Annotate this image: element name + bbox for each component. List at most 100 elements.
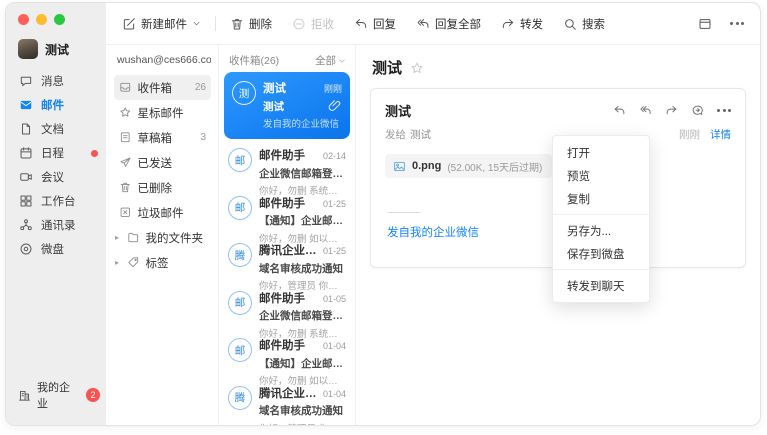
menu-item-copy[interactable]: 复制 [553,187,649,210]
toolbar-divider [215,16,216,31]
sidebar-item-messages[interactable]: 消息 [6,69,106,93]
user-account[interactable]: 测试 [6,25,106,63]
email-list-item-selected[interactable]: 测 测试刚刚 测试 发自我的企业微信 [224,72,350,139]
inbox-icon [119,81,132,94]
mail-icon [19,98,33,112]
email-list-item[interactable]: 邮 邮件助手01-04 【通知】企业邮箱正式启用通知 你好，勿删 如以上，企业已… [224,329,350,377]
avatar: 邮 [228,291,252,315]
menu-item-preview[interactable]: 预览 [553,164,649,187]
delete-button[interactable]: 删除 [230,16,272,32]
sidebar-item-wedrive[interactable]: 微盘 [6,237,106,261]
draft-icon [119,131,132,144]
folder-junk[interactable]: 垃圾邮件 [114,200,211,225]
forward-icon[interactable] [665,104,678,117]
forward-to-chat-icon[interactable] [691,104,704,117]
trash-icon [119,181,132,194]
mail-list-header: 收件箱(26) 全部 [219,45,355,72]
folder-sent[interactable]: 已发送 [114,150,211,175]
folder-tags[interactable]: ▸ 标签 [114,250,211,275]
folder-panel: wushan@ces666.com 收件箱 26 星标邮件 草稿箱 3 [106,45,219,425]
attachment-meta: (52.00K, 15天后过期) [447,159,542,174]
to-label: 发给 [385,127,406,142]
sidebar-item-meeting[interactable]: 会议 [6,165,106,189]
sidebar-item-calendar[interactable]: 日程 [6,141,106,165]
building-icon [18,389,31,402]
compose-icon [122,17,136,31]
star-toggle-icon[interactable] [410,61,424,75]
menu-divider [553,269,649,270]
contacts-icon [19,218,33,232]
close-window-button[interactable] [18,14,29,25]
signature-link[interactable]: 发自我的企业微信 [387,227,479,239]
compose-button[interactable]: 新建邮件 [122,16,201,32]
avatar: 腾 [228,243,252,267]
search-button[interactable]: 搜索 [563,16,605,32]
folder-starred[interactable]: 星标邮件 [114,100,211,125]
folder-inbox[interactable]: 收件箱 26 [114,75,211,100]
chat-icon [19,74,33,88]
star-icon [119,106,132,119]
mail-toolbar: 新建邮件 删除 拒收 回复 回复全部 [106,3,760,45]
reply-all-button[interactable]: 回复全部 [416,16,481,32]
folder-deleted[interactable]: 已删除 [114,175,211,200]
account-email[interactable]: wushan@ces666.com [114,53,211,75]
sidebar-item-mail[interactable]: 邮件 [6,93,106,117]
menu-item-open[interactable]: 打开 [553,141,649,164]
forward-icon [501,17,515,31]
unread-count: 26 [195,82,206,93]
my-company-button[interactable]: 我的企业 2 [6,379,106,425]
layout-toggle-icon[interactable] [698,17,712,31]
avatar: 腾 [228,386,252,410]
email-list-item[interactable]: 邮 邮件助手01-05 企业微信邮箱登录提醒 你好，勿删 系统监测到你的邮箱账 [224,282,350,330]
document-icon [19,122,33,136]
sidebar-item-contacts[interactable]: 通讯录 [6,213,106,237]
reject-button[interactable]: 拒收 [292,16,334,32]
avatar: 邮 [228,196,252,220]
app-sidebar: 测试 消息 邮件 文档 日程 [6,3,106,425]
tag-icon [127,256,140,269]
zoom-window-button[interactable] [54,14,65,25]
more-actions-icon[interactable] [717,109,731,112]
sidebar-item-workbench[interactable]: 工作台 [6,189,106,213]
calendar-icon [19,146,33,160]
screen: 测试 消息 邮件 文档 日程 [0,0,767,435]
menu-item-forward-to-chat[interactable]: 转发到聊天 [553,274,649,297]
avatar: 邮 [228,338,252,362]
email-list-item[interactable]: 邮 邮件助手01-25 【通知】企业邮箱正式启用通知 你好，勿删 如以上，企业已… [224,187,350,235]
filter-dropdown[interactable]: 全部 [315,53,346,68]
email-list-item[interactable]: 腾 腾讯企业邮箱01-25 域名审核成功通知 你好，管理员 你的企业邮箱域名 c [224,234,350,282]
sidebar-nav: 消息 邮件 文档 日程 会议 [6,69,106,261]
reply-all-icon[interactable] [639,104,652,117]
sidebar-item-docs[interactable]: 文档 [6,117,106,141]
draft-count: 3 [200,132,206,143]
more-options-icon[interactable] [730,22,744,25]
attachment-chip[interactable]: 0.png (52.00K, 15天后过期) [385,154,552,178]
recipient: 测试 [410,127,431,142]
company-badge: 2 [86,388,100,402]
meeting-icon [19,170,33,184]
menu-item-save-to-drive[interactable]: 保存到微盘 [553,242,649,265]
user-name: 测试 [45,41,69,58]
trash-icon [230,17,244,31]
chevron-down-icon [338,57,346,65]
reply-all-icon [416,17,430,31]
detail-link[interactable]: 详情 [710,127,731,142]
expand-caret-icon[interactable]: ▸ [115,233,121,242]
forward-button[interactable]: 转发 [501,16,543,32]
folder-icon [127,231,140,244]
folder-my-folders[interactable]: ▸ 我的文件夹 [114,225,211,250]
mail-app-window: 测试 消息 邮件 文档 日程 [5,2,761,426]
email-list-item[interactable]: 腾 腾讯企业邮箱01-04 域名审核成功通知 你好，管理员 你的企业邮箱域名 c [224,377,350,425]
reply-button[interactable]: 回复 [354,16,396,32]
minimize-window-button[interactable] [36,14,47,25]
email-list-item[interactable]: 邮 邮件助手02-14 企业微信邮箱登录提醒 你好，勿删 系统监测到你的邮箱账 [224,139,350,187]
menu-item-save-as[interactable]: 另存为... [553,219,649,242]
detail-title: 测试 [372,57,402,78]
signature-divider [387,212,421,213]
menu-divider [553,214,649,215]
expand-caret-icon[interactable]: ▸ [115,258,121,267]
reply-icon[interactable] [613,104,626,117]
chevron-down-icon [192,19,201,28]
folder-drafts[interactable]: 草稿箱 3 [114,125,211,150]
content-row: wushan@ces666.com 收件箱 26 星标邮件 草稿箱 3 [106,45,760,425]
